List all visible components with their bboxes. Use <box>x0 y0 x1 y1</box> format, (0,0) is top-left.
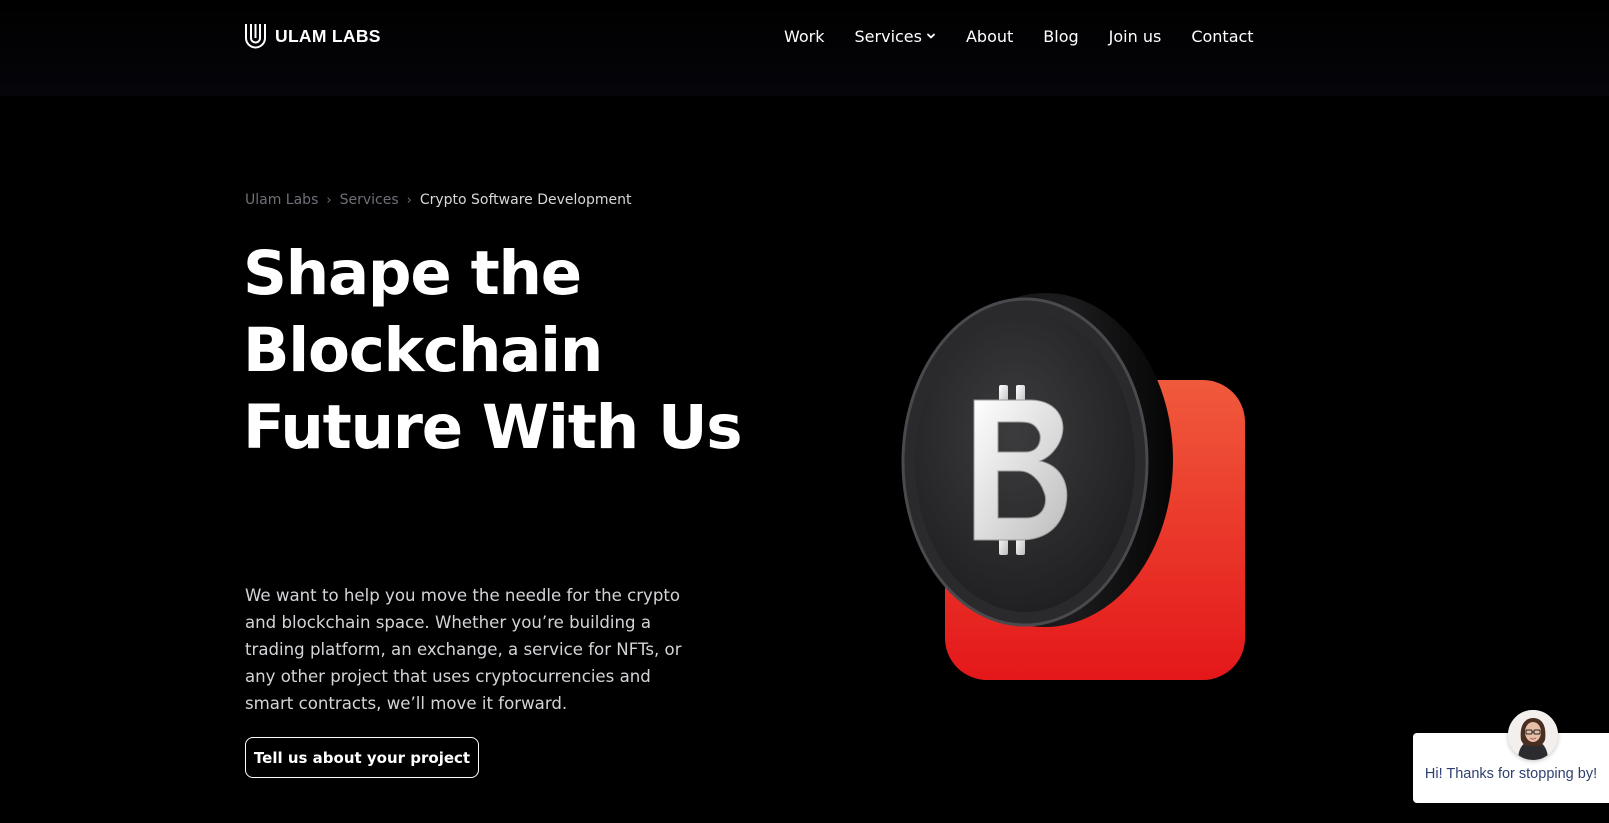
bitcoin-symbol <box>973 385 1068 555</box>
main-nav: Work Services About Blog Join us Contact <box>784 24 1254 48</box>
nav-contact-label: Contact <box>1191 26 1254 46</box>
avatar-portrait <box>1508 710 1558 760</box>
hero-description: We want to help you move the needle for … <box>245 586 682 713</box>
breadcrumb-separator: › <box>406 192 412 208</box>
hero-headline: Shape the Blockchain Future With Us <box>243 238 743 463</box>
nav-contact[interactable]: Contact <box>1191 27 1253 46</box>
breadcrumb-separator: › <box>326 192 332 208</box>
tell-us-about-project-button[interactable]: Tell us about your project <box>245 737 479 778</box>
brand-name: ULAM LABS <box>275 25 381 46</box>
chat-greeting: Hi! Thanks for stopping by! <box>1424 766 1598 782</box>
breadcrumb-current: Crypto Software Development <box>419 192 632 208</box>
nav-blog-label: Blog <box>1043 26 1079 46</box>
nav-services-label: Services <box>854 26 922 46</box>
nav-work-label: Work <box>784 26 825 46</box>
nav-services[interactable]: Services <box>855 27 936 46</box>
nav-join-us-label: Join us <box>1108 26 1162 46</box>
ulam-u-logo-icon <box>245 23 266 48</box>
nav-blog[interactable]: Blog <box>1043 27 1078 46</box>
chevron-down-icon <box>927 33 935 39</box>
top-navigation-bar <box>0 0 1609 96</box>
nav-about-label: About <box>965 26 1014 46</box>
breadcrumb: Ulam Labs › Services › Crypto Software D… <box>245 192 631 208</box>
breadcrumb-home[interactable]: Ulam Labs <box>245 192 318 208</box>
nav-about[interactable]: About <box>966 27 1013 46</box>
brand-logo-link[interactable]: ULAM LABS <box>244 22 381 50</box>
support-agent-avatar[interactable] <box>1508 710 1558 760</box>
bitcoin-coin-icon <box>901 293 1245 680</box>
nav-work[interactable]: Work <box>784 27 825 46</box>
nav-join-us[interactable]: Join us <box>1109 27 1162 46</box>
breadcrumb-services[interactable]: Services <box>340 192 399 208</box>
